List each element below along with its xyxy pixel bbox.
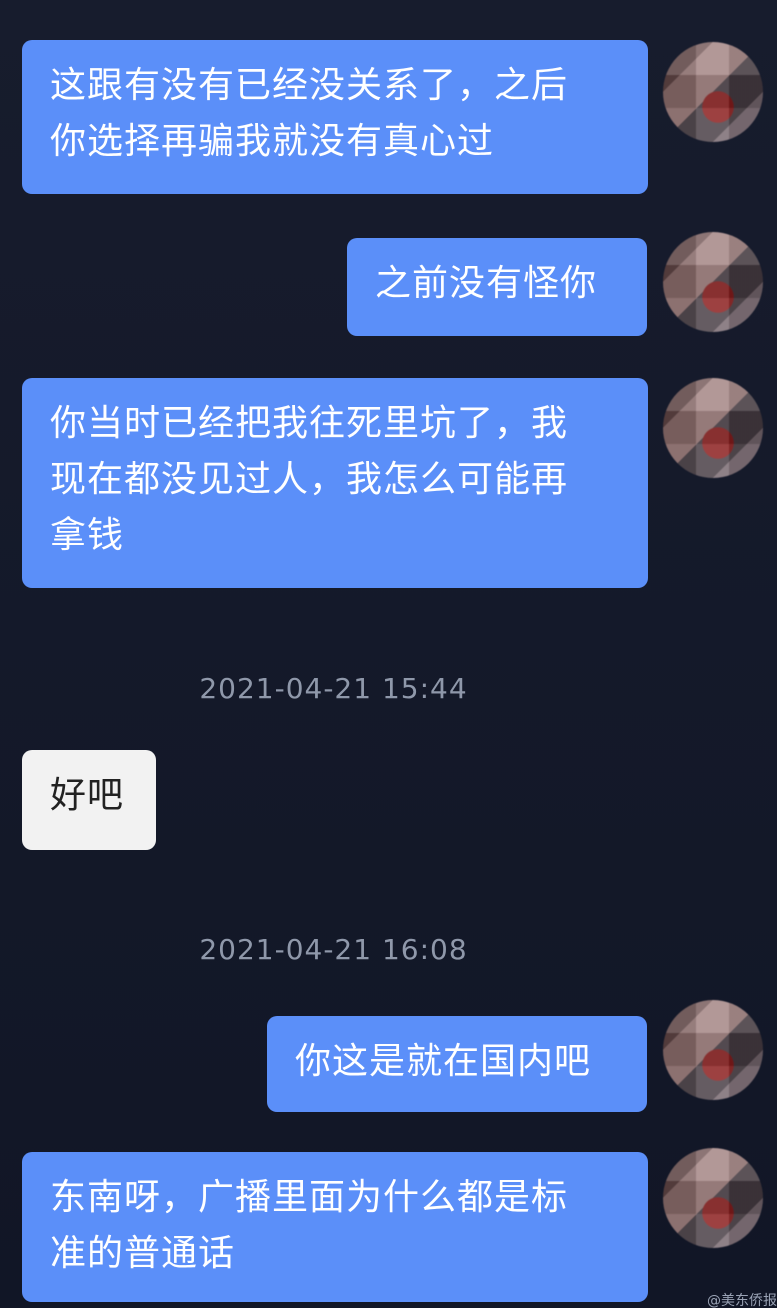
avatar[interactable] <box>663 1000 763 1100</box>
message-bubble[interactable]: 这跟有没有已经没关系了，之后 你选择再骗我就没有真心过 <box>22 40 648 194</box>
message-timestamp: 2021-04-21 15:44 <box>199 672 468 705</box>
avatar[interactable] <box>663 378 763 478</box>
message-text: 你这是就在国内吧 <box>295 1041 592 1082</box>
message-bubble[interactable]: 之前没有怪你 <box>347 238 647 336</box>
message-text: 之前没有怪你 <box>375 263 598 304</box>
avatar[interactable] <box>663 232 763 332</box>
chat-screen: 这跟有没有已经没关系了，之后 你选择再骗我就没有真心过 之前没有怪你 你当时已经… <box>0 0 777 1308</box>
message-timestamp: 2021-04-21 16:08 <box>199 933 468 966</box>
avatar[interactable] <box>663 42 763 142</box>
message-bubble[interactable]: 你当时已经把我往死里坑了，我 现在都没见过人，我怎么可能再 拿钱 <box>22 378 648 588</box>
message-bubble[interactable]: 好吧 <box>22 750 156 850</box>
message-bubble[interactable]: 东南呀，广播里面为什么都是标 准的普通话 <box>22 1152 648 1302</box>
message-text: 好吧 <box>50 775 125 816</box>
watermark: @美东侨报 <box>707 1293 777 1308</box>
message-text: 东南呀，广播里面为什么都是标 准的普通话 <box>50 1177 569 1274</box>
message-bubble[interactable]: 你这是就在国内吧 <box>267 1016 647 1112</box>
message-text: 这跟有没有已经没关系了，之后 你选择再骗我就没有真心过 <box>50 65 569 162</box>
avatar[interactable] <box>663 1148 763 1248</box>
message-text: 你当时已经把我往死里坑了，我 现在都没见过人，我怎么可能再 拿钱 <box>50 403 569 556</box>
